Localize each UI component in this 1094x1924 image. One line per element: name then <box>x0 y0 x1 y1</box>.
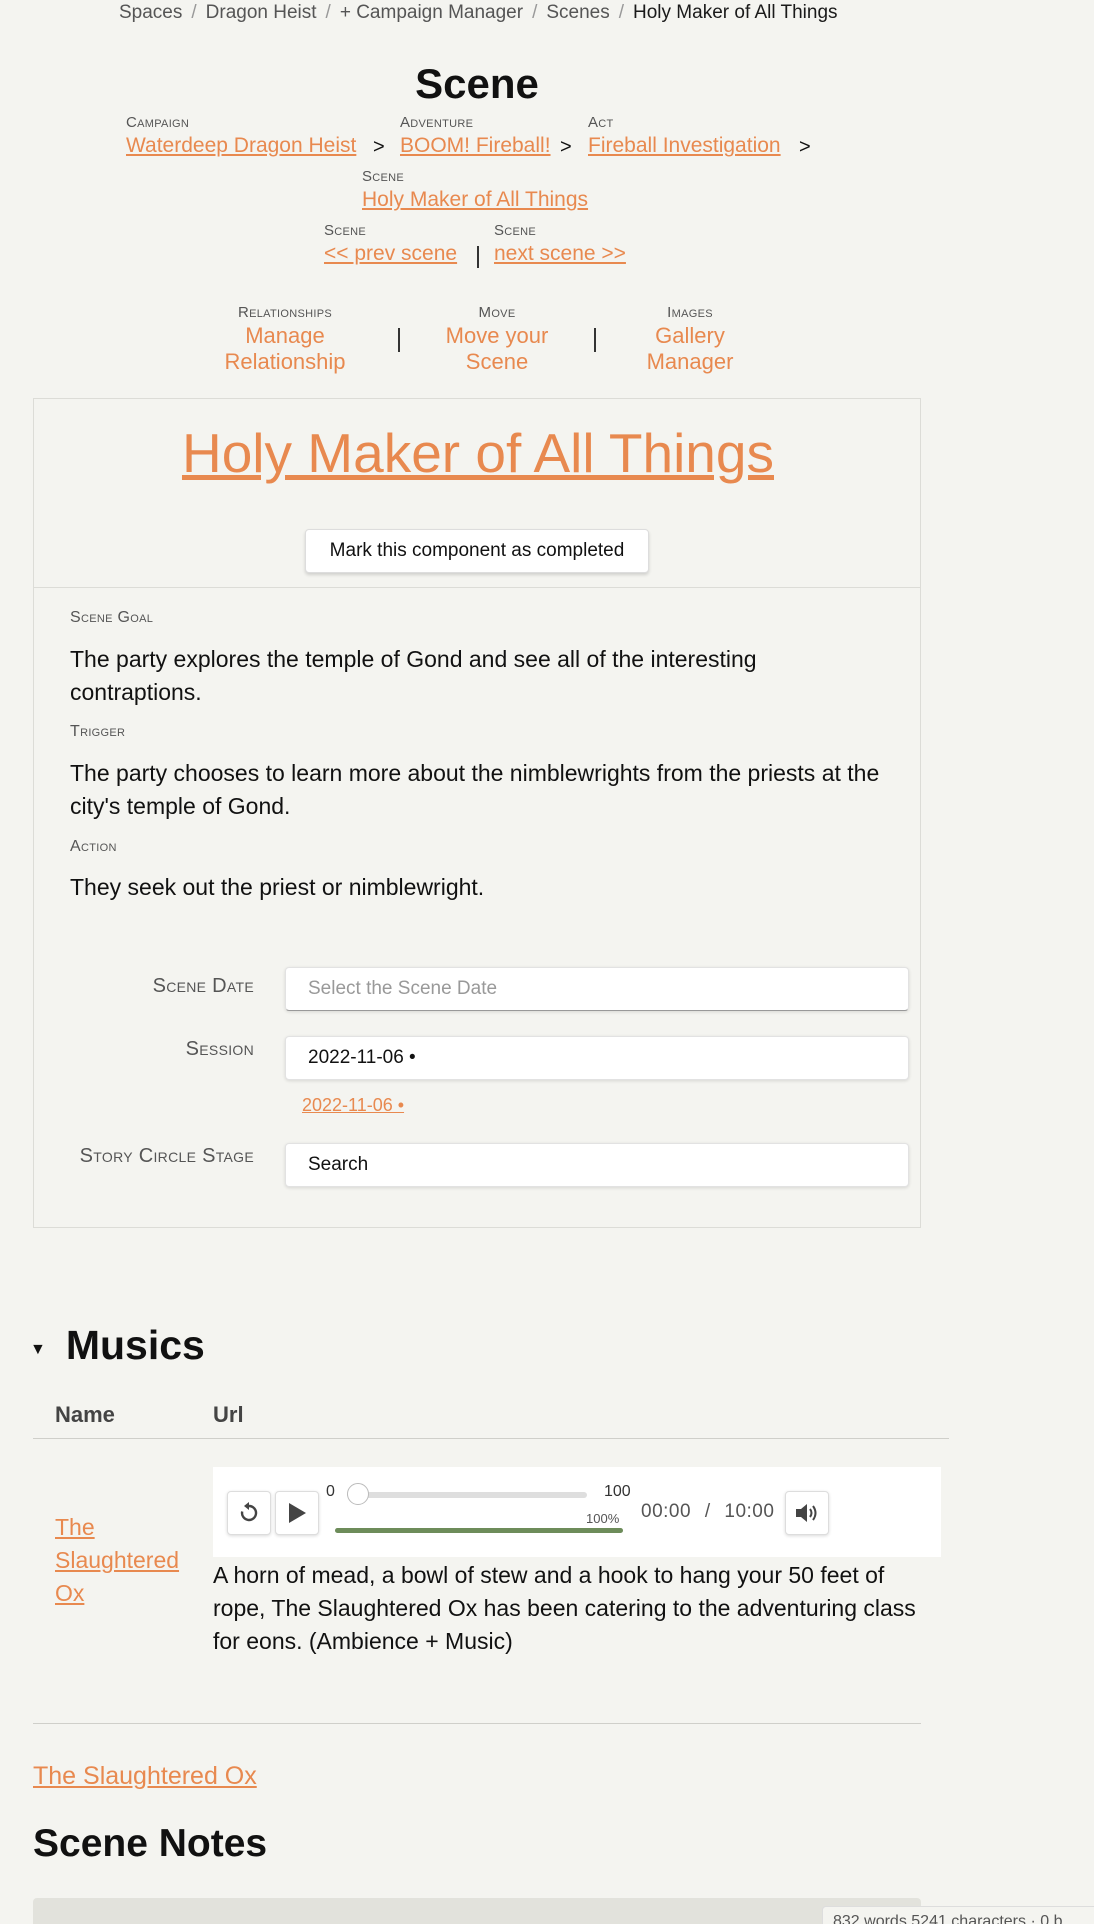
mark-completed-button[interactable]: Mark this component as completed <box>305 529 649 573</box>
scene-card: Holy Maker of All Things Mark this compo… <box>33 398 921 1228</box>
scene-date-input[interactable]: Select the Scene Date <box>285 967 909 1011</box>
relationships-label: Relationships <box>238 304 332 321</box>
caret-down-icon[interactable]: ▼ <box>30 1341 46 1359</box>
divider <box>477 246 479 268</box>
audio-player: 0 100 100% 00:00 / 10:00 <box>213 1467 941 1557</box>
volume-slider[interactable] <box>347 1492 587 1498</box>
relationships-tool: Relationships Manage Relationship <box>186 304 384 375</box>
act-nav: Act Fireball Investigation <box>588 114 781 160</box>
music-name-link[interactable]: The Slaughtered Ox <box>55 1511 195 1610</box>
campaign-nav: Campaign Waterdeep Dragon Heist <box>126 114 356 160</box>
session-label: Session <box>185 1038 254 1060</box>
replay-icon[interactable] <box>227 1491 271 1535</box>
notes-editor[interactable] <box>33 1898 921 1924</box>
move-scene-link[interactable]: Move your Scene <box>414 323 580 375</box>
breadcrumb-separator: / <box>325 2 331 23</box>
action-label: Action <box>70 838 117 855</box>
musics-header[interactable]: ▼ Musics <box>30 1322 205 1369</box>
hierarchy-separator: > <box>373 136 385 158</box>
progress-fill <box>335 1528 623 1533</box>
word-count-status: 832 words 5241 characters · 0 b <box>822 1906 1094 1924</box>
table-header: Name Url <box>33 1396 949 1439</box>
breadcrumb-current: Holy Maker of All Things <box>633 2 838 23</box>
breadcrumb-scenes[interactable]: Scenes <box>546 2 609 24</box>
divider <box>33 1723 921 1724</box>
time-separator: / <box>704 1501 711 1522</box>
adventure-label: Adventure <box>400 114 474 131</box>
prev-scene-link[interactable]: << prev scene <box>324 240 457 268</box>
scene-date-label: Scene Date <box>152 975 254 997</box>
musics-table: Name Url The Slaughtered Ox 0 100 100% 0… <box>33 1396 949 1654</box>
scene-goal-label: Scene Goal <box>70 609 154 626</box>
gallery-manager-link[interactable]: Gallery Manager <box>610 323 770 375</box>
scene-notes-title: Scene Notes <box>33 1822 268 1865</box>
images-label: Images <box>667 304 713 321</box>
scene-label: Scene <box>362 168 405 185</box>
volume-max: 100 <box>604 1483 631 1500</box>
progress-bar[interactable] <box>335 1528 623 1533</box>
scene-goal-text: The party explores the temple of Gond an… <box>70 646 757 705</box>
time-display: 00:00 / 10:00 <box>641 1501 774 1523</box>
session-select[interactable]: 2022-11-06 • <box>285 1036 909 1080</box>
progress-percent: 100% <box>586 1511 620 1526</box>
breadcrumb: Spaces / Dragon Heist / + Campaign Manager… <box>119 2 838 24</box>
scene-link[interactable]: Holy Maker of All Things <box>362 186 588 214</box>
divider <box>594 328 596 352</box>
trigger-text: The party chooses to learn more about th… <box>70 760 880 819</box>
prev-scene-label: Scene <box>324 222 367 239</box>
prev-scene-nav: Scene << prev scene <box>324 222 457 268</box>
hierarchy-separator: > <box>560 136 572 158</box>
page-title: Scene <box>415 60 539 107</box>
images-tool: Images Gallery Manager <box>610 304 770 375</box>
breadcrumb-campaign-manager[interactable]: + Campaign Manager <box>340 2 523 24</box>
adventure-link[interactable]: BOOM! Fireball! <box>400 132 551 160</box>
scene-nav: Scene Holy Maker of All Things <box>362 168 588 214</box>
time-current: 00:00 <box>641 1501 692 1522</box>
hierarchy-separator: > <box>799 136 811 158</box>
act-label: Act <box>588 114 614 131</box>
music-link[interactable]: The Slaughtered Ox <box>33 1762 257 1791</box>
volume-knob[interactable] <box>347 1483 369 1505</box>
column-name: Name <box>55 1402 115 1427</box>
next-scene-nav: Scene next scene >> <box>494 222 626 268</box>
move-tool: Move Move your Scene <box>414 304 580 375</box>
breadcrumb-separator: / <box>618 2 625 23</box>
scene-title: Holy Maker of All Things <box>34 421 922 485</box>
breadcrumb-separator: / <box>532 2 538 23</box>
campaign-label: Campaign <box>126 114 190 131</box>
next-scene-link[interactable]: next scene >> <box>494 240 626 268</box>
story-circle-label: Story Circle Stage <box>79 1145 254 1167</box>
volume-min: 0 <box>326 1483 335 1500</box>
next-scene-label: Scene <box>494 222 537 239</box>
musics-title: Musics <box>65 1322 205 1368</box>
music-description: A horn of mead, a bowl of stew and a hoo… <box>213 1562 916 1654</box>
trigger-label: Trigger <box>70 723 126 740</box>
act-link[interactable]: Fireball Investigation <box>588 132 781 160</box>
divider <box>34 587 920 588</box>
volume-icon[interactable] <box>785 1491 829 1535</box>
breadcrumb-separator: / <box>191 2 197 23</box>
breadcrumb-dragon-heist[interactable]: Dragon Heist <box>206 2 317 24</box>
scene-title-link[interactable]: Holy Maker of All Things <box>182 422 774 484</box>
time-total: 10:00 <box>724 1501 775 1522</box>
play-icon[interactable] <box>275 1491 319 1535</box>
campaign-link[interactable]: Waterdeep Dragon Heist <box>126 132 356 160</box>
move-label: Move <box>478 304 516 321</box>
story-circle-search[interactable]: Search <box>285 1143 909 1187</box>
breadcrumb-spaces[interactable]: Spaces <box>119 2 182 24</box>
divider <box>398 328 400 352</box>
action-text: They seek out the priest or nimblewright… <box>70 874 485 900</box>
manage-relationship-link[interactable]: Manage Relationship <box>186 323 384 375</box>
adventure-nav: Adventure BOOM! Fireball! <box>400 114 551 160</box>
session-link[interactable]: 2022-11-06 • <box>302 1095 404 1116</box>
column-url: Url <box>213 1402 244 1427</box>
